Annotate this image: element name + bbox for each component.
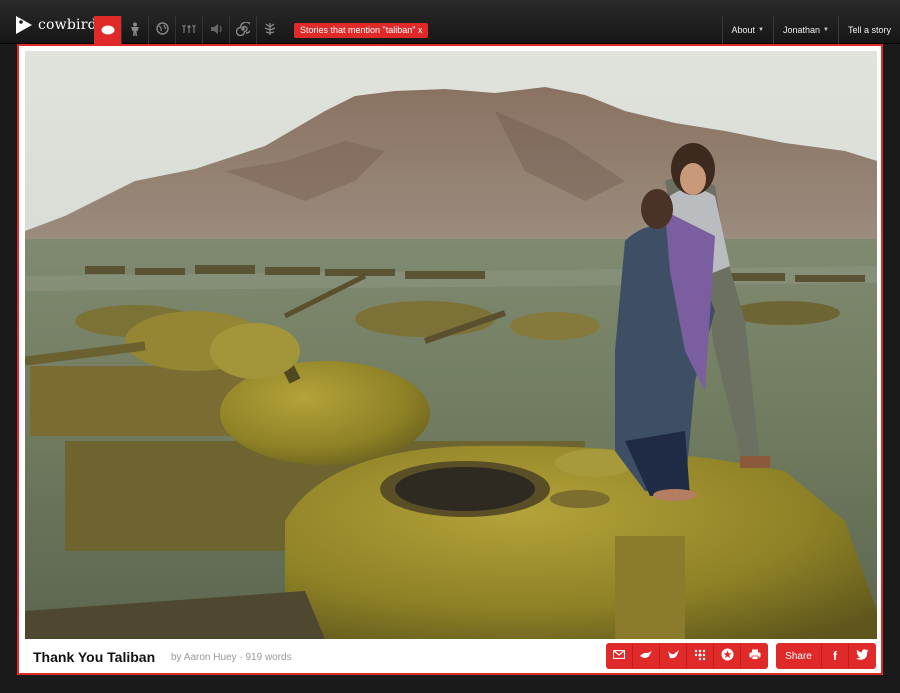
bird-logo-icon <box>14 14 34 36</box>
printer-icon <box>749 649 761 663</box>
user-menu[interactable]: Jonathan ▼ <box>772 16 838 44</box>
seeds-button[interactable] <box>687 643 714 669</box>
about-label: About <box>731 25 756 35</box>
story-footer: Thank You Taliban by Aaron Huey · 919 wo… <box>19 639 881 673</box>
story-title[interactable]: Thank You Taliban <box>33 649 155 665</box>
user-label: Jonathan <box>782 25 821 35</box>
chevron-down-icon: ▼ <box>823 27 829 33</box>
share-label: Share <box>776 643 822 669</box>
seeds-icon <box>182 23 196 38</box>
envelope-icon <box>612 649 626 662</box>
facebook-icon: f <box>833 649 837 663</box>
dove-button[interactable] <box>660 643 687 669</box>
sound-nav[interactable] <box>202 16 229 44</box>
story-photo[interactable] <box>25 51 877 639</box>
stories-icon <box>101 23 115 38</box>
favorite-button[interactable] <box>714 643 741 669</box>
brand-name: cowbird <box>38 17 97 33</box>
top-bar: cowbird Stories that mention "taliban" x… <box>0 0 900 44</box>
story-actions <box>606 643 768 669</box>
tell-a-story-link[interactable]: Tell a story <box>837 16 900 44</box>
places-icon <box>155 22 169 38</box>
email-button[interactable] <box>606 643 633 669</box>
spiral-icon <box>235 20 253 39</box>
spiral-nav[interactable] <box>229 16 256 44</box>
sound-icon <box>210 23 223 38</box>
tell-a-story-label: Tell a story <box>847 25 891 35</box>
story-photo-image <box>25 51 877 639</box>
print-button[interactable] <box>741 643 768 669</box>
share-group: Share f <box>776 643 876 669</box>
story-card: Thank You Taliban by Aaron Huey · 919 wo… <box>17 44 883 675</box>
stories-nav[interactable] <box>94 16 121 44</box>
people-icon <box>129 22 141 39</box>
account-nav: About ▼ Jonathan ▼ Tell a story <box>721 16 900 44</box>
story-byline: by Aaron Huey · 919 words <box>171 652 292 663</box>
chevron-down-icon: ▼ <box>758 27 764 33</box>
places-nav[interactable] <box>148 16 175 44</box>
cowbird-logo[interactable]: cowbird <box>14 14 97 36</box>
tree-icon <box>263 22 277 39</box>
twitter-share-button[interactable] <box>849 643 876 669</box>
sparkle-icon <box>694 649 706 664</box>
cowbird-icon <box>639 650 653 663</box>
facebook-share-button[interactable]: f <box>822 643 849 669</box>
star-circle-icon <box>721 648 734 664</box>
dove-icon <box>667 649 680 663</box>
people-nav[interactable] <box>121 16 148 44</box>
tree-nav[interactable] <box>256 16 283 44</box>
category-nav <box>94 16 283 44</box>
twitter-icon <box>856 649 869 663</box>
about-menu[interactable]: About ▼ <box>721 16 773 44</box>
search-filter-tag[interactable]: Stories that mention "taliban" x <box>294 23 429 38</box>
cowbird-it-button[interactable] <box>633 643 660 669</box>
seeds-nav[interactable] <box>175 16 202 44</box>
